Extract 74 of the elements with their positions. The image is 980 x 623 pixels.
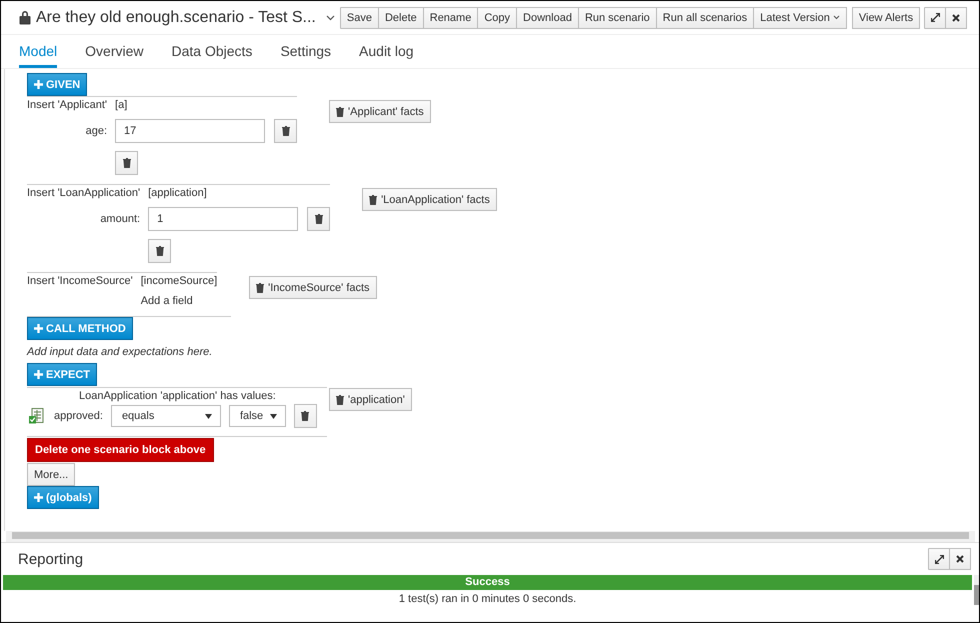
close-icon — [956, 555, 964, 563]
close-button[interactable] — [949, 548, 971, 570]
hint-text: Add input data and expectations here. — [27, 346, 212, 358]
tab[interactable]: Audit log — [359, 35, 414, 68]
delete-facts-button[interactable]: 'Applicant' facts — [329, 100, 431, 123]
delete-row-button[interactable] — [148, 239, 172, 263]
delete-field-button[interactable] — [274, 119, 298, 143]
toolbar-button[interactable]: Delete — [378, 6, 424, 28]
value-select[interactable]: false — [228, 405, 286, 427]
expand-icon — [930, 13, 940, 22]
version-dropdown[interactable]: Latest Version — [753, 6, 847, 28]
delete-expectation-button[interactable] — [294, 404, 317, 428]
trash-icon — [336, 394, 344, 404]
delete-field-button[interactable] — [307, 207, 330, 231]
tab[interactable]: Overview — [85, 35, 144, 68]
delete-expectations-button[interactable]: 'application' — [329, 388, 412, 411]
close-icon — [952, 14, 960, 22]
delete-block-button[interactable]: Delete one scenario block above — [27, 438, 214, 462]
expand-button[interactable] — [924, 6, 946, 28]
field-label: approved: — [54, 410, 103, 422]
insert-label: Insert 'IncomeSource' — [27, 275, 133, 287]
caret-icon[interactable] — [326, 14, 335, 20]
expectation-heading: LoanApplication 'application' has values: — [78, 390, 277, 402]
view-alerts-button[interactable]: View Alerts — [852, 6, 920, 28]
trash-icon — [314, 214, 323, 224]
trash-icon — [282, 126, 290, 136]
value-field[interactable]: 17 — [115, 119, 266, 143]
trash-icon — [122, 158, 131, 168]
document-title: Are they old enough.scenario - Test S... — [36, 8, 316, 26]
tab[interactable]: Settings — [280, 35, 332, 68]
variable-label: [a] — [115, 99, 128, 111]
delete-facts-button[interactable]: 'LoanApplication' facts — [362, 188, 497, 211]
variable-label: [application] — [148, 187, 207, 199]
toolbar-button[interactable]: Copy — [477, 6, 518, 28]
tab[interactable]: Model — [19, 35, 58, 68]
spreadsheet-check-icon — [29, 408, 44, 424]
delete-facts-button[interactable]: 'IncomeSource' facts — [249, 276, 377, 299]
field-label: age: — [86, 125, 108, 137]
expand-icon — [934, 554, 944, 564]
insert-label: Insert 'LoanApplication' — [27, 187, 140, 199]
trash-icon — [301, 411, 310, 421]
plus-icon — [34, 493, 43, 502]
toolbar-button[interactable]: Save — [340, 6, 379, 28]
caret-icon — [832, 15, 840, 20]
horizontal-scrollbar[interactable] — [6, 531, 975, 542]
trash-icon — [336, 106, 344, 116]
plus-icon — [34, 324, 43, 333]
field-label: amount: — [100, 213, 140, 225]
variable-label: [incomeSource] — [140, 275, 218, 287]
panel-title: Reporting — [18, 550, 84, 568]
lock-icon — [19, 10, 31, 25]
dropdown-arrow-icon — [204, 414, 212, 418]
tab[interactable]: Data Objects — [172, 35, 252, 68]
more-button[interactable]: More... — [27, 463, 76, 486]
trash-icon — [256, 282, 264, 292]
plus-icon — [34, 80, 43, 89]
add-field-link[interactable]: Add a field — [140, 295, 193, 307]
expand-button[interactable] — [928, 548, 950, 570]
operator-select[interactable]: equals — [110, 405, 221, 427]
close-button[interactable] — [945, 6, 968, 28]
dropdown-arrow-icon — [270, 414, 277, 418]
toolbar-button[interactable]: Rename — [422, 6, 478, 28]
vertical-scrollbar[interactable] — [974, 575, 979, 605]
trash-icon — [369, 194, 378, 204]
trash-icon — [156, 246, 164, 256]
result-message: 1 test(s) ran in 0 minutes 0 seconds. — [398, 592, 578, 605]
value-field[interactable]: 1 — [148, 207, 298, 231]
delete-row-button[interactable] — [115, 151, 138, 175]
toolbar-button[interactable]: Run all scenarios — [656, 6, 754, 28]
insert-label: Insert 'Applicant' — [27, 99, 108, 111]
status-bar: Success — [3, 575, 972, 590]
plus-icon — [34, 370, 43, 379]
toolbar-button[interactable]: Download — [516, 6, 579, 28]
toolbar-button[interactable]: Run scenario — [578, 6, 657, 28]
